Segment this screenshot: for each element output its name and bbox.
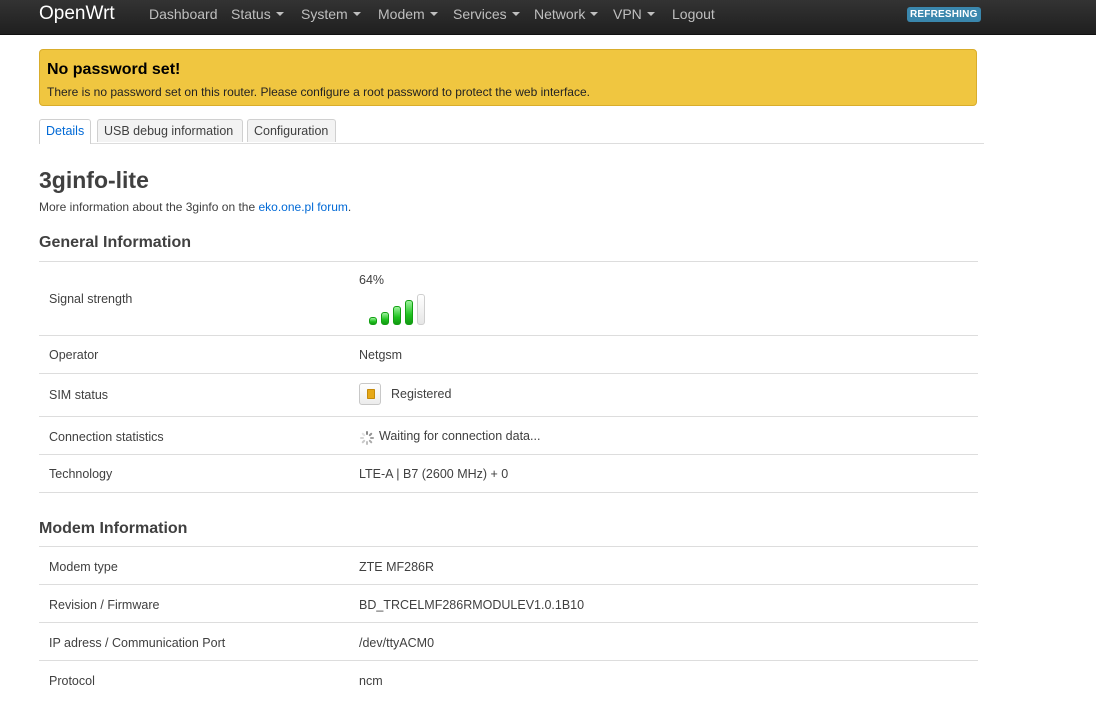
chevron-down-icon (275, 12, 284, 17)
nav-modem-label: Modem (378, 6, 425, 22)
port-value: /dev/ttyACM0 (359, 636, 435, 650)
modem-info-table: Modem type ZTE MF286R Revision / Firmwar… (39, 546, 978, 698)
modem-type-label: Modem type (49, 560, 118, 574)
chevron-down-icon (352, 12, 361, 17)
brand-logo[interactable]: OpenWrt (39, 2, 115, 26)
general-info-heading: General Information (39, 234, 192, 251)
eko-forum-link[interactable]: eko.one.pl forum (258, 200, 347, 214)
signal-strength-label: Signal strength (49, 292, 133, 306)
nav-status[interactable]: Status (231, 6, 284, 22)
nav-vpn-label: VPN (613, 6, 642, 22)
no-password-alert: No password set! There is no password se… (39, 49, 977, 106)
chevron-down-icon (646, 12, 655, 17)
signal-bar-2 (381, 312, 389, 325)
modem-type-value: ZTE MF286R (359, 560, 435, 574)
nav-network-label: Network (534, 6, 586, 22)
nav-system-label: System (301, 6, 348, 22)
protocol-value: ncm (359, 674, 383, 688)
chevron-down-icon (511, 12, 520, 17)
technology-label: Technology (49, 467, 113, 481)
table-row: IP adress / Communication Port /dev/ttyA… (39, 623, 978, 661)
sim-status-value: Registered (391, 387, 452, 401)
sim-card-icon (359, 383, 381, 405)
table-row: Operator Netgsm (39, 336, 978, 374)
tab-usb-debug[interactable]: USB debug information (97, 119, 243, 142)
protocol-label: Protocol (49, 674, 95, 688)
nav-services[interactable]: Services (453, 6, 520, 22)
technology-value: LTE-A | B7 (2600 MHz) + 0 (359, 467, 509, 481)
signal-bar-1 (369, 317, 377, 325)
tab-bar: Details USB debug information Configurat… (39, 119, 984, 144)
top-navbar: OpenWrt Dashboard Status System Modem Se… (0, 0, 1096, 35)
nav-modem[interactable]: Modem (378, 6, 438, 22)
signal-strength-value: 64% (359, 273, 385, 287)
connection-stats-label: Connection statistics (49, 430, 164, 444)
firmware-value: BD_TRCELMF286RMODULEV1.0.1B10 (359, 598, 585, 612)
table-row: Protocol ncm (39, 661, 978, 698)
signal-bar-4 (405, 300, 413, 325)
sim-status-label: SIM status (49, 388, 109, 402)
alert-message: There is no password set on this router.… (47, 85, 590, 99)
table-row: Connection statistics Waiting for connec… (39, 417, 978, 455)
nav-dashboard-label: Dashboard (149, 6, 218, 22)
tab-configuration[interactable]: Configuration (247, 119, 336, 142)
connection-stats-value: Waiting for connection data... (379, 429, 541, 443)
nav-vpn[interactable]: VPN (613, 6, 655, 22)
description-suffix: . (347, 200, 352, 214)
operator-label: Operator (49, 348, 99, 362)
nav-dashboard[interactable]: Dashboard (149, 6, 218, 22)
refreshing-badge[interactable]: REFRESHING (907, 7, 981, 22)
nav-status-label: Status (231, 6, 271, 22)
tab-details[interactable]: Details (39, 119, 91, 144)
operator-value: Netgsm (359, 348, 403, 362)
description-text: More information about the 3ginfo on the (39, 200, 259, 214)
table-row: Revision / Firmware BD_TRCELMF286RMODULE… (39, 585, 978, 623)
signal-bars-icon (369, 293, 429, 325)
table-row: SIM status Registered (39, 374, 978, 417)
page-title: 3ginfo-lite (39, 167, 149, 193)
nav-logout[interactable]: Logout (672, 6, 715, 22)
chevron-down-icon (429, 12, 438, 17)
general-info-table: Signal strength 64% Operator Netgsm SIM … (39, 261, 978, 493)
table-row: Modem type ZTE MF286R (39, 547, 978, 585)
table-row: Technology LTE-A | B7 (2600 MHz) + 0 (39, 455, 978, 493)
alert-title: No password set! (47, 61, 181, 78)
loading-spinner-icon (360, 431, 374, 445)
nav-services-label: Services (453, 6, 507, 22)
chevron-down-icon (590, 12, 599, 17)
nav-system[interactable]: System (301, 6, 361, 22)
signal-bar-5 (417, 294, 425, 325)
signal-bar-3 (393, 306, 401, 325)
nav-logout-label: Logout (672, 6, 715, 22)
page-description: More information about the 3ginfo on the… (39, 200, 351, 214)
firmware-label: Revision / Firmware (49, 598, 160, 612)
modem-info-heading: Modem Information (39, 520, 188, 537)
nav-network[interactable]: Network (534, 6, 599, 22)
table-row: Signal strength 64% (39, 262, 978, 336)
port-label: IP adress / Communication Port (49, 636, 226, 650)
